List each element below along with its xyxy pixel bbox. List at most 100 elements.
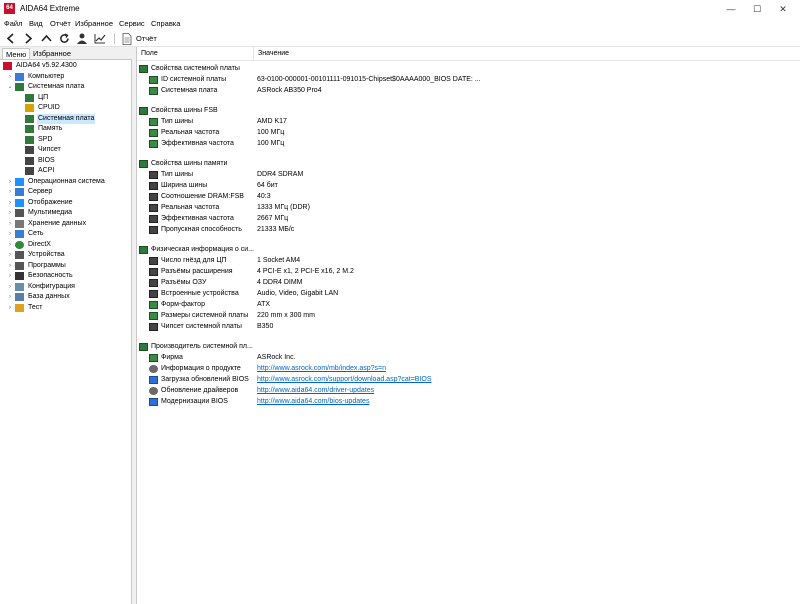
menu-service[interactable]: Сервис [119,19,145,28]
property-row[interactable]: Форм-фактор ATX [137,299,800,310]
multimedia-icon [15,209,24,217]
property-name: Разъёмы ОЗУ [161,279,207,286]
property-row[interactable]: Реальная частота 100 МГц [137,127,800,138]
tree-item[interactable]: › Устройства [0,250,130,260]
chevron-down-icon[interactable]: ⌄ [6,82,14,92]
tree-item[interactable]: › Мультимедиа [0,208,130,218]
chevron-right-icon[interactable]: › [6,177,14,187]
tree-item[interactable]: › DirectX [0,240,130,250]
motherboard-icon [139,64,148,73]
chevron-right-icon[interactable]: › [6,229,14,239]
menu-favorites[interactable]: Избранное [75,19,113,28]
motherboard-icon [15,83,24,91]
tab-menu[interactable]: Меню [2,48,31,59]
property-row[interactable]: Разъёмы ОЗУ 4 DDR4 DIMM [137,277,800,288]
chevron-right-icon[interactable]: › [6,303,14,313]
tree-item[interactable]: › База данных [0,292,130,302]
tree-item[interactable]: › Операционная система [0,177,130,187]
chevron-right-icon[interactable]: › [6,208,14,218]
tree-item[interactable]: ЦП [0,93,130,103]
property-row[interactable]: Встроенные устройства Audio, Video, Gigab… [137,288,800,299]
property-row[interactable]: Пропускная способность 21333 МБ/с [137,224,800,235]
property-row[interactable]: Тип шины DDR4 SDRAM [137,169,800,180]
refresh-icon[interactable] [57,32,71,45]
column-header-value[interactable]: Значение [254,47,800,61]
property-row[interactable]: Реальная частота 1333 МГц (DDR) [137,202,800,213]
property-row[interactable]: Тип шины AMD K17 [137,116,800,127]
property-row[interactable]: Эффективная частота 100 МГц [137,138,800,149]
tree-item[interactable]: › Программы [0,261,130,271]
tree-item[interactable]: Память [0,124,130,134]
tree-item[interactable]: › Хранение данных [0,219,130,229]
tree-item[interactable]: BIOS [0,156,130,166]
tree-item[interactable]: › Отображение [0,198,130,208]
property-link[interactable]: http://www.asrock.com/mb/index.asp?s=n [257,363,386,374]
close-button[interactable]: ✕ [770,0,796,18]
report-icon[interactable] [120,32,134,45]
tree-item[interactable]: Чипсет [0,145,130,155]
back-icon[interactable] [4,32,18,45]
tree-item[interactable]: SPD [0,135,130,145]
maximize-button[interactable]: ☐ [744,0,770,18]
chart-icon[interactable] [93,32,107,45]
property-row[interactable]: Соотношение DRAM:FSB 40:3 [137,191,800,202]
property-row[interactable]: Системная плата ASRock AB350 Pro4 [137,85,800,96]
minimize-button[interactable]: — [718,0,744,18]
tree-item[interactable]: ⌄ Системная плата [0,82,130,92]
aida-logo-icon [3,62,12,70]
property-row[interactable]: Модернизации BIOS http://www.aida64.com/b… [137,396,800,407]
chevron-right-icon[interactable]: › [6,250,14,260]
chevron-right-icon[interactable]: › [6,271,14,281]
tree-item-label: Сервер [28,188,53,195]
up-icon[interactable] [39,32,53,45]
property-value: 1 Socket AM4 [257,257,301,264]
property-link[interactable]: http://www.aida64.com/bios-updates [257,396,369,407]
tree-item[interactable]: › Компьютер [0,72,130,82]
report-button-label[interactable]: Отчёт [136,34,157,43]
tree-item[interactable]: › Тест [0,303,130,313]
chevron-right-icon[interactable]: › [6,240,14,250]
forward-icon[interactable] [21,32,35,45]
chevron-right-icon[interactable]: › [6,198,14,208]
tree-item[interactable]: › Сеть [0,229,130,239]
property-row[interactable]: Загрузка обновлений BIOS http://www.asroc… [137,374,800,385]
menu-view[interactable]: Вид [29,19,43,28]
property-row[interactable]: Число гнёзд для ЦП 1 Socket AM4 [137,255,800,266]
tree-item[interactable]: › Конфигурация [0,282,130,292]
property-link[interactable]: http://www.aida64.com/driver-updates [257,385,374,396]
column-header-field[interactable]: Поле [137,47,254,61]
tree-item[interactable]: CPUID [0,103,130,113]
property-link[interactable]: http://www.asrock.com/support/download.a… [257,374,432,385]
property-row[interactable]: Обновление драйверов http://www.aida64.co… [137,385,800,396]
chevron-right-icon[interactable]: › [6,219,14,229]
property-row[interactable]: Ширина шины 64 бит [137,180,800,191]
property-row[interactable]: Фирма ASRock Inc. [137,352,800,363]
property-row[interactable]: Эффективная частота 2667 МГц [137,213,800,224]
menu-help[interactable]: Справка [151,19,180,28]
chip-icon [149,214,158,223]
tree-item[interactable]: › Безопасность [0,271,130,281]
user-icon[interactable] [75,32,89,45]
property-row[interactable]: Размеры системной платы 220 mm x 300 mm [137,310,800,321]
tree-item[interactable]: ACPI [0,166,130,176]
chevron-right-icon[interactable]: › [6,187,14,197]
tree-item[interactable]: › Сервер [0,187,130,197]
tree-item[interactable]: Системная плата [0,113,130,124]
property-row[interactable]: Разъёмы расширения 4 PCI-E x1, 2 PCI-E x1… [137,266,800,277]
chevron-right-icon[interactable]: › [6,72,14,82]
property-row[interactable]: Информация о продукте http://www.asrock.c… [137,363,800,374]
chevron-right-icon[interactable]: › [6,292,14,302]
tree-item[interactable]: AIDA64 v5.92.4300 [0,61,130,71]
property-row[interactable]: Чипсет системной платы B350 [137,321,800,332]
property-name: Число гнёзд для ЦП [161,257,227,264]
menu-file[interactable]: Файл [4,19,22,28]
board-icon [149,139,158,148]
chevron-right-icon[interactable]: › [6,282,14,292]
chevron-right-icon[interactable]: › [6,261,14,271]
property-name: Ширина шины [161,182,208,189]
menu-report[interactable]: Отчёт [50,19,71,28]
tab-favorites[interactable]: Избранное [30,48,74,59]
chip-icon [149,170,158,179]
property-row[interactable]: ID системной платы 63-0100-000001-0010111… [137,74,800,85]
property-name: Чипсет системной платы [161,323,242,330]
